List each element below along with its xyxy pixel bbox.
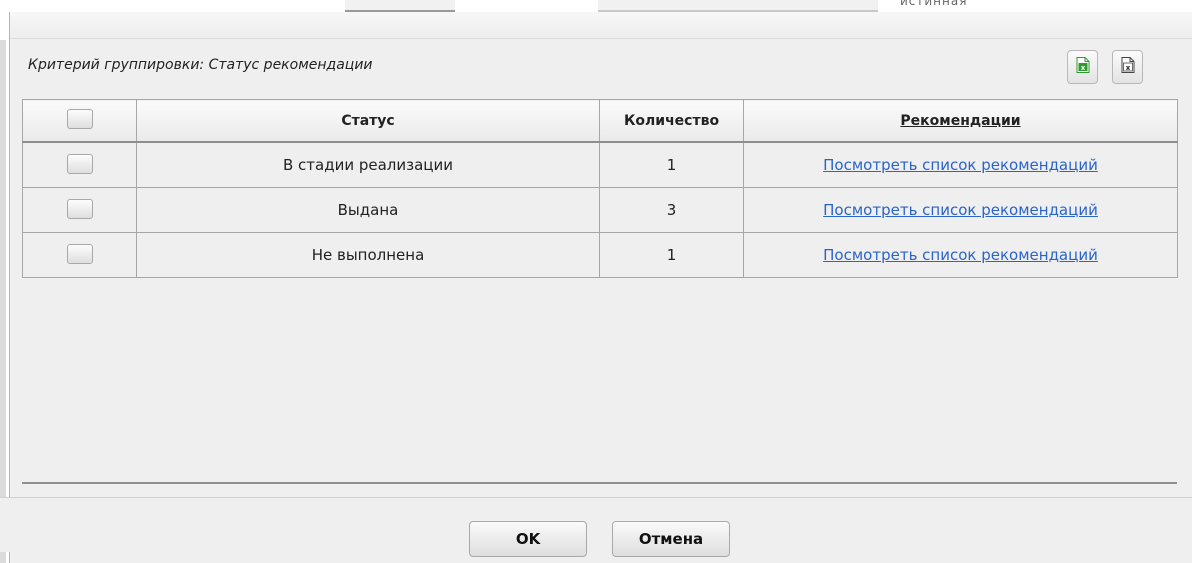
svg-text:x: x (1080, 64, 1085, 72)
recommendations-cell: Посмотреть список рекомендаций (743, 141, 1178, 188)
dialog-footer (0, 497, 1192, 552)
table-row: В стадии реализации 1 Посмотреть список … (22, 141, 1178, 188)
export-excel-plain-button[interactable]: x (1112, 50, 1143, 84)
count-cell: 3 (599, 187, 744, 233)
ok-button[interactable]: OK (469, 521, 587, 557)
row-checkbox[interactable] (66, 153, 93, 174)
footer-separator (22, 482, 1177, 484)
row-checkbox[interactable] (66, 198, 93, 219)
dialog-top-strip (10, 12, 1192, 39)
export-excel-button[interactable]: x (1067, 50, 1098, 84)
view-recommendations-link[interactable]: Посмотреть список рекомендаций (823, 201, 1098, 219)
background-left-edge (0, 40, 6, 563)
column-header-recommendations-label: Рекомендации (900, 112, 1021, 129)
column-header-status[interactable]: Статус (136, 99, 600, 143)
select-all-header (22, 99, 137, 143)
table-header-row: Статус Количество Рекомендации (22, 99, 1178, 143)
grouping-criterion-label: Критерий группировки: Статус рекомендаци… (28, 57, 373, 73)
row-select-cell (22, 187, 137, 233)
background-partial-text: истинная (900, 0, 968, 8)
table-row: Не выполнена 1 Посмотреть список рекомен… (22, 232, 1178, 278)
row-checkbox[interactable] (66, 243, 93, 264)
table-row: Выдана 3 Посмотреть список рекомендаций (22, 187, 1178, 233)
grouping-dialog (9, 12, 1192, 563)
column-header-recommendations[interactable]: Рекомендации (743, 99, 1178, 143)
status-cell: Выдана (136, 187, 600, 233)
cancel-button[interactable]: Отмена (612, 521, 730, 557)
recommendations-cell: Посмотреть список рекомендаций (743, 232, 1178, 278)
view-recommendations-link[interactable]: Посмотреть список рекомендаций (823, 156, 1098, 174)
excel-gray-icon: x (1121, 57, 1135, 77)
count-cell: 1 (599, 232, 744, 278)
status-cell: Не выполнена (136, 232, 600, 278)
excel-green-icon: x (1076, 57, 1090, 77)
view-recommendations-link[interactable]: Посмотреть список рекомендаций (823, 246, 1098, 264)
row-select-cell (22, 141, 137, 188)
select-all-checkbox[interactable] (66, 108, 93, 129)
recommendations-cell: Посмотреть список рекомендаций (743, 187, 1178, 233)
svg-text:x: x (1125, 64, 1130, 72)
count-cell: 1 (599, 141, 744, 188)
status-cell: В стадии реализации (136, 141, 600, 188)
status-group-table: Статус Количество Рекомендации В стадии … (22, 99, 1178, 278)
column-header-count[interactable]: Количество (599, 99, 744, 143)
background-app-top (0, 0, 1192, 12)
row-select-cell (22, 232, 137, 278)
